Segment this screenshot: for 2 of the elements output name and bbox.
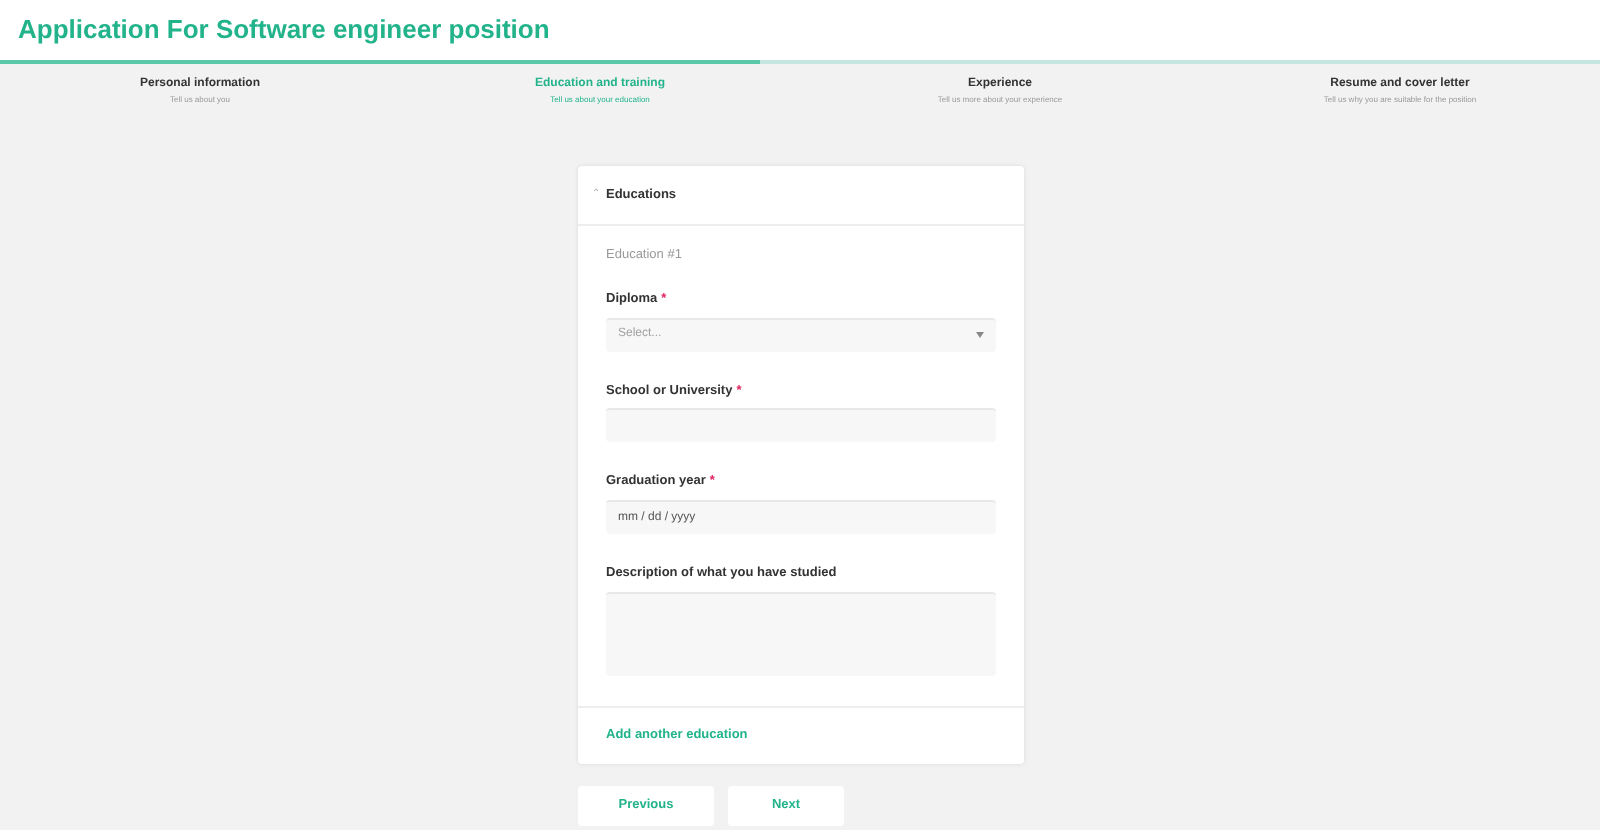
page-title: Application For Software engineer position (18, 12, 550, 49)
caret-icon (976, 332, 984, 338)
